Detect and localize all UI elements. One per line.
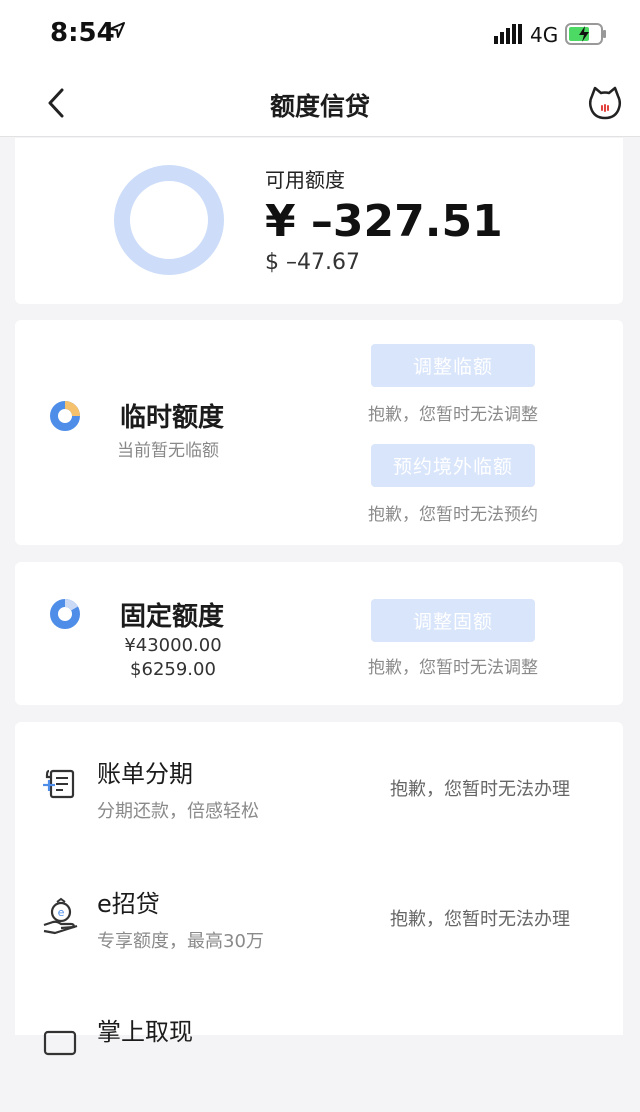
money-bag-hand-icon: e	[43, 897, 78, 935]
nav-bar: 额度信贷	[0, 70, 640, 137]
list-item-e-loan[interactable]: e e招贷 专享额度，最高30万 抱歉，您暂时无法办理	[15, 852, 623, 982]
limit-ring-chart	[114, 165, 224, 275]
temp-limit-pie-icon	[50, 401, 80, 431]
available-limit-usd: $ –47.67	[265, 250, 360, 275]
temp-limit-subtitle: 当前暂无临额	[117, 441, 219, 461]
available-limit-label: 可用额度	[265, 168, 345, 192]
battery-charging-icon	[565, 23, 607, 49]
location-arrow-icon	[109, 22, 125, 42]
adjust-fixed-limit-button[interactable]: 调整固额	[371, 599, 535, 642]
cash-withdraw-icon	[43, 1030, 77, 1056]
service-status: 抱歉，您暂时无法办理	[390, 779, 570, 800]
page-title: 额度信贷	[269, 92, 370, 121]
fixed-limit-pie-icon	[50, 599, 80, 629]
list-item-bill-installment[interactable]: 账单分期 分期还款，倍感轻松 抱歉，您暂时无法办理	[15, 722, 623, 852]
svg-text:e: e	[58, 906, 65, 919]
book-overseas-temp-limit-note: 抱歉，您暂时无法预约	[368, 505, 538, 525]
service-status: 抱歉，您暂时无法办理	[390, 909, 570, 930]
status-time: 8:54	[50, 18, 115, 48]
signal-bars-icon	[494, 24, 522, 48]
service-title: 掌上取现	[97, 1018, 193, 1046]
fixed-limit-card: 固定额度 ¥43000.00 $6259.00 调整固额 抱歉，您暂时无法调整	[15, 562, 623, 705]
service-subtitle: 专享额度，最高30万	[97, 931, 264, 952]
bill-installment-icon	[43, 769, 75, 799]
fixed-limit-usd: $6259.00	[130, 659, 216, 680]
services-card: 账单分期 分期还款，倍感轻松 抱歉，您暂时无法办理 e e招贷 专享额度，最高3…	[15, 722, 623, 1056]
available-limit-cny: ¥ –327.51	[265, 196, 503, 247]
temporary-limit-card: 临时额度 当前暂无临额 调整临额 抱歉，您暂时无法调整 预约境外临额 抱歉，您暂…	[15, 320, 623, 545]
adjust-fixed-limit-note: 抱歉，您暂时无法调整	[368, 658, 538, 678]
service-subtitle: 分期还款，倍感轻松	[97, 801, 259, 822]
list-item-cash-withdraw[interactable]: 掌上取现	[15, 982, 623, 1112]
book-overseas-temp-limit-button[interactable]: 预约境外临额	[371, 444, 535, 487]
service-title: e招贷	[97, 890, 160, 918]
adjust-temp-limit-button[interactable]: 调整临额	[371, 344, 535, 387]
network-type: 4G	[530, 23, 559, 47]
service-title: 账单分期	[97, 760, 193, 788]
status-bar: 8:54 4G	[0, 0, 640, 70]
available-limit-card: 可用额度 ¥ –327.51 $ –47.67	[15, 138, 623, 304]
cat-mascot-icon[interactable]	[588, 86, 622, 124]
temp-limit-title: 临时额度	[120, 403, 225, 433]
adjust-temp-limit-note: 抱歉，您暂时无法调整	[368, 405, 538, 425]
fixed-limit-cny: ¥43000.00	[124, 635, 222, 656]
fixed-limit-title: 固定额度	[120, 602, 225, 632]
